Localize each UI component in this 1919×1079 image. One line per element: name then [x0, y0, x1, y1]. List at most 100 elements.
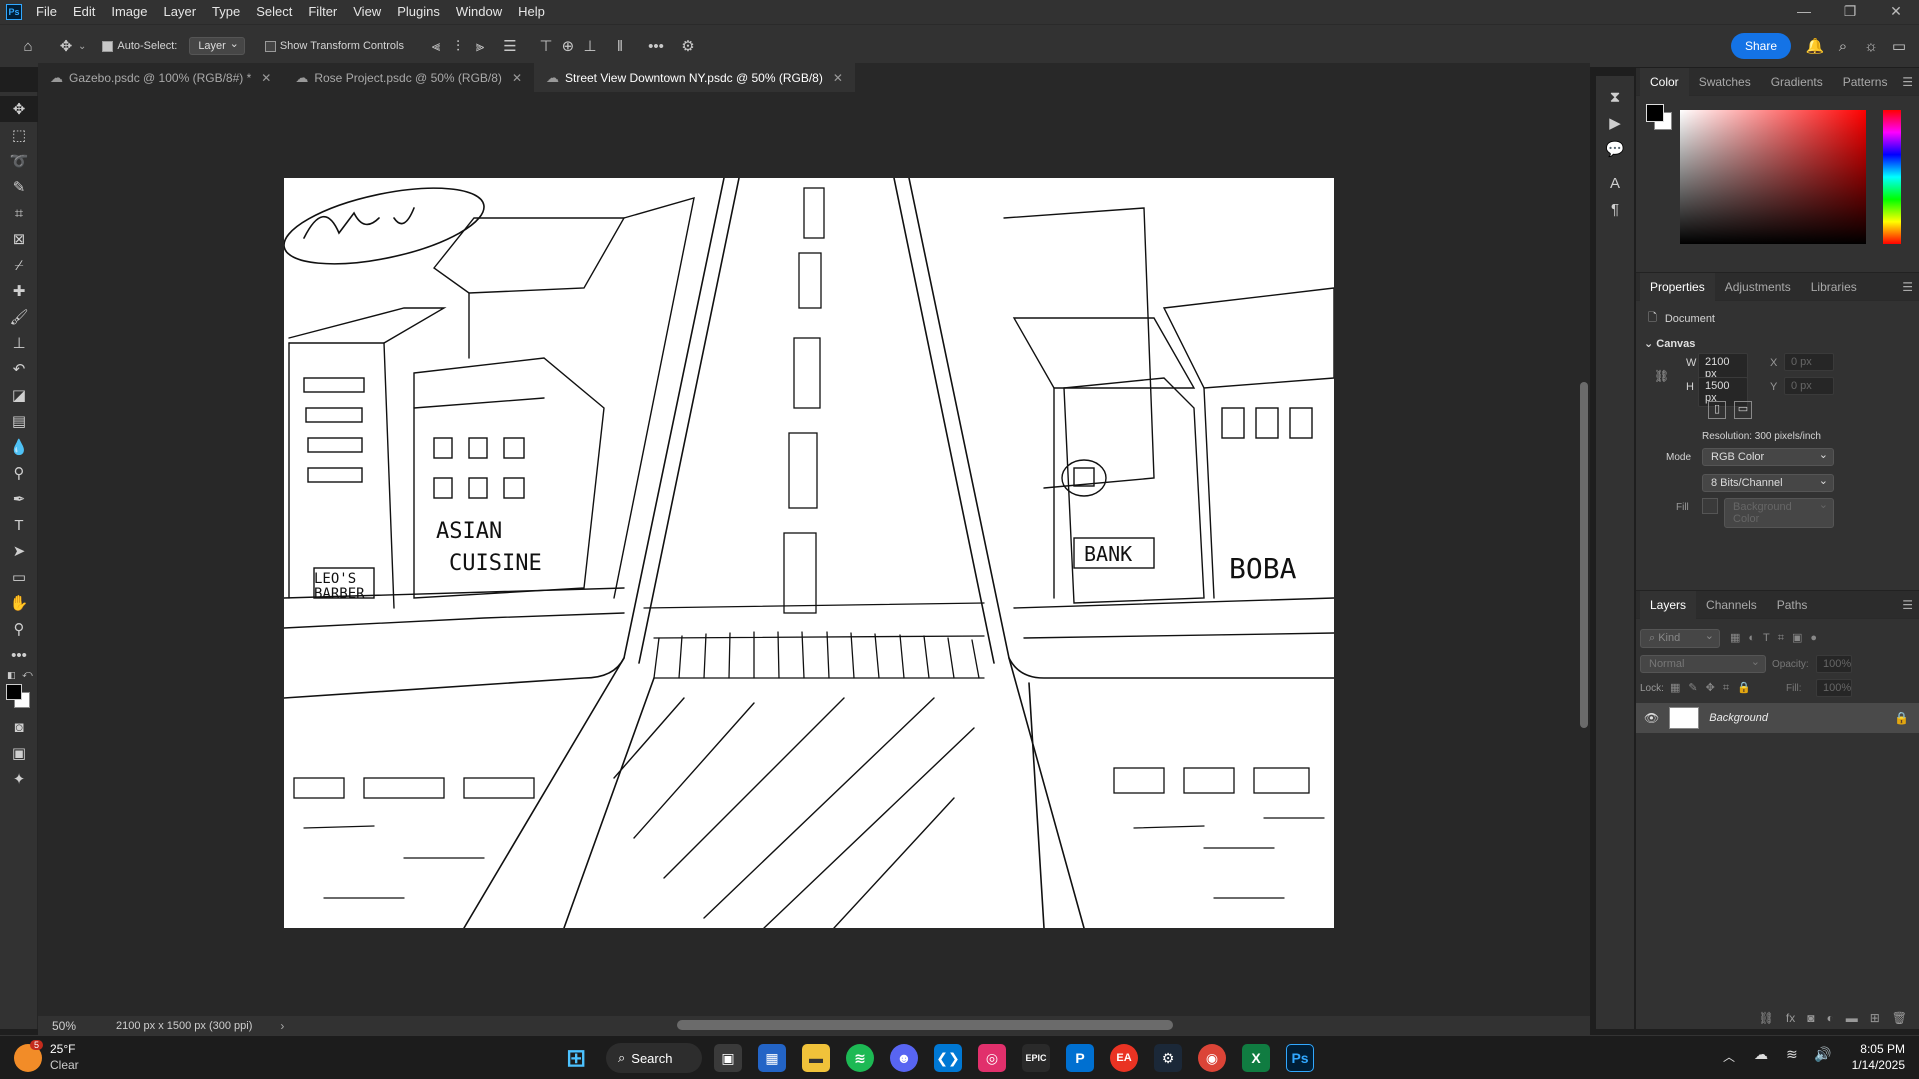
ea-app-icon[interactable]: EA: [1110, 1044, 1138, 1072]
menu-layer[interactable]: Layer: [156, 0, 205, 24]
chrome-icon[interactable]: ◉: [1198, 1044, 1226, 1072]
align-right-icon[interactable]: ⫸: [470, 36, 490, 56]
type-tool-icon[interactable]: T: [0, 512, 38, 538]
layer-fill-field[interactable]: 100%: [1816, 679, 1852, 697]
windows-start-icon[interactable]: ⊞: [562, 1044, 590, 1072]
onedrive-cloud-icon[interactable]: ☁: [1754, 1046, 1768, 1063]
canvas-section[interactable]: ⌄ Canvas: [1644, 337, 1695, 350]
path-selection-tool-icon[interactable]: ➤: [0, 538, 38, 564]
workspace-icon[interactable]: ▭: [1889, 36, 1909, 56]
tab-color[interactable]: Color: [1640, 67, 1689, 96]
vscode-icon[interactable]: ❮❯: [934, 1044, 962, 1072]
document-canvas[interactable]: ASIAN CUISINE LEO'S BARBER BANK BOBA: [284, 178, 1334, 928]
auto-select-target-dropdown[interactable]: Layer: [189, 37, 245, 55]
tab-street-view[interactable]: ☁ Street View Downtown NY.psdc @ 50% (RG…: [534, 63, 855, 92]
layer-filter-kind-dropdown[interactable]: ⌕ Kind: [1640, 629, 1720, 648]
tab-swatches[interactable]: Swatches: [1689, 68, 1761, 96]
epic-games-icon[interactable]: EPIC: [1022, 1044, 1050, 1072]
document-info[interactable]: 2100 px x 1500 px (300 ppi): [116, 1020, 252, 1032]
distribute-vertical-icon[interactable]: ‖: [610, 36, 630, 56]
notifications-bell-icon[interactable]: 🔔: [1805, 36, 1825, 56]
visibility-eye-icon[interactable]: 👁: [1644, 711, 1659, 725]
align-center-icon[interactable]: ⫶: [448, 36, 468, 56]
steam-icon[interactable]: ⚙: [1154, 1044, 1182, 1072]
move-tool-icon[interactable]: ✥: [0, 96, 38, 122]
zoom-tool-icon[interactable]: ⚲: [0, 616, 38, 642]
comments-panel-icon[interactable]: 💬: [1596, 136, 1634, 162]
history-panel-icon[interactable]: ⧗: [1596, 84, 1634, 110]
discover-lightbulb-icon[interactable]: ☼: [1861, 36, 1881, 56]
zoom-level[interactable]: 50%: [52, 1019, 100, 1033]
tab-layers[interactable]: Layers: [1640, 590, 1697, 619]
photoshop-taskbar-icon[interactable]: Ps: [1286, 1044, 1314, 1072]
hand-tool-icon[interactable]: ✋: [0, 590, 38, 616]
pen-tool-icon[interactable]: ✒: [0, 486, 38, 512]
share-button[interactable]: Share: [1730, 33, 1791, 59]
menu-window[interactable]: Window: [448, 0, 510, 24]
align-left-icon[interactable]: ⫷: [426, 36, 446, 56]
frame-tool-icon[interactable]: ⊠: [0, 226, 38, 252]
more-tools-icon[interactable]: •••: [0, 642, 38, 668]
volume-icon[interactable]: 🔊: [1814, 1046, 1831, 1063]
taskbar-search[interactable]: ⌕ Search: [606, 1043, 702, 1073]
layer-filter-icons[interactable]: ▦◐T⌗▣●: [1730, 631, 1825, 645]
clock-time[interactable]: 8:05 PM: [1835, 1042, 1905, 1056]
restore-icon[interactable]: ❐: [1827, 0, 1873, 24]
close-tab-icon[interactable]: ✕: [833, 71, 843, 85]
layer-style-icon[interactable]: fx: [1786, 1011, 1795, 1025]
opacity-field[interactable]: 100%: [1816, 655, 1852, 673]
tab-properties[interactable]: Properties: [1640, 272, 1715, 301]
crop-tool-icon[interactable]: ⌗: [0, 200, 38, 226]
panel-menu-icon[interactable]: ☰: [1902, 598, 1913, 612]
show-transform-option[interactable]: Show Transform Controls: [264, 40, 404, 52]
discord-icon[interactable]: ☻: [890, 1044, 918, 1072]
wifi-icon[interactable]: ≋: [1786, 1046, 1798, 1063]
clock-date[interactable]: 1/14/2025: [1835, 1058, 1905, 1072]
menu-filter[interactable]: Filter: [300, 0, 345, 24]
menu-help[interactable]: Help: [510, 0, 553, 24]
character-panel-icon[interactable]: A: [1596, 170, 1634, 196]
link-dimensions-icon[interactable]: ⛓: [1654, 369, 1669, 383]
quick-selection-tool-icon[interactable]: ✎: [0, 174, 38, 200]
file-explorer-icon[interactable]: ▬: [802, 1044, 830, 1072]
tab-adjustments[interactable]: Adjustments: [1715, 273, 1801, 301]
excel-icon[interactable]: X: [1242, 1044, 1270, 1072]
clone-stamp-tool-icon[interactable]: ⊥: [0, 330, 38, 356]
hue-slider[interactable]: [1883, 110, 1901, 244]
close-icon[interactable]: ✕: [1873, 0, 1919, 24]
gradient-tool-icon[interactable]: ▤: [0, 408, 38, 434]
default-colors-icon[interactable]: ◧: [7, 670, 16, 681]
tab-gazebo[interactable]: ☁ Gazebo.psdc @ 100% (RGB/8#) * ✕: [38, 63, 284, 92]
new-group-icon[interactable]: ▬: [1846, 1011, 1858, 1025]
move-tool-icon[interactable]: ✥: [56, 36, 76, 56]
tab-patterns[interactable]: Patterns: [1833, 68, 1898, 96]
distribute-icon[interactable]: ☰: [500, 36, 520, 56]
delete-layer-icon[interactable]: 🗑: [1892, 1011, 1907, 1025]
vertical-scrollbar[interactable]: [1580, 382, 1588, 728]
screen-mode-icon[interactable]: ▣: [0, 740, 38, 766]
tool-preset-chevron-icon[interactable]: ⌄: [78, 41, 86, 52]
settings-gear-icon[interactable]: ⚙: [678, 36, 698, 56]
tab-libraries[interactable]: Libraries: [1801, 273, 1867, 301]
close-tab-icon[interactable]: ✕: [512, 71, 522, 85]
color-panel-foreground-swatch[interactable]: [1646, 104, 1664, 122]
microsoft-store-icon[interactable]: ▦: [758, 1044, 786, 1072]
brush-tool-icon[interactable]: 🖌: [0, 304, 38, 330]
paragraph-panel-icon[interactable]: ¶: [1596, 196, 1634, 222]
adjustment-layer-icon[interactable]: ◐: [1826, 1011, 1833, 1025]
marquee-tool-icon[interactable]: ⬚: [0, 122, 38, 148]
panel-menu-icon[interactable]: ☰: [1902, 280, 1913, 294]
dodge-tool-icon[interactable]: ⚲: [0, 460, 38, 486]
bits-dropdown[interactable]: 8 Bits/Channel: [1702, 474, 1834, 492]
menu-view[interactable]: View: [345, 0, 389, 24]
home-icon[interactable]: ⌂: [18, 36, 38, 56]
generative-icon[interactable]: ✦: [0, 766, 38, 792]
spotify-icon[interactable]: ≋: [846, 1044, 874, 1072]
actions-panel-icon[interactable]: ▶: [1596, 110, 1634, 136]
weather-temp[interactable]: 25°F: [50, 1042, 75, 1056]
rectangle-tool-icon[interactable]: ▭: [0, 564, 38, 590]
color-field[interactable]: [1680, 110, 1866, 244]
eyedropper-tool-icon[interactable]: ⌿: [0, 252, 38, 278]
healing-brush-tool-icon[interactable]: ✚: [0, 278, 38, 304]
search-icon[interactable]: ⌕: [1833, 36, 1853, 56]
